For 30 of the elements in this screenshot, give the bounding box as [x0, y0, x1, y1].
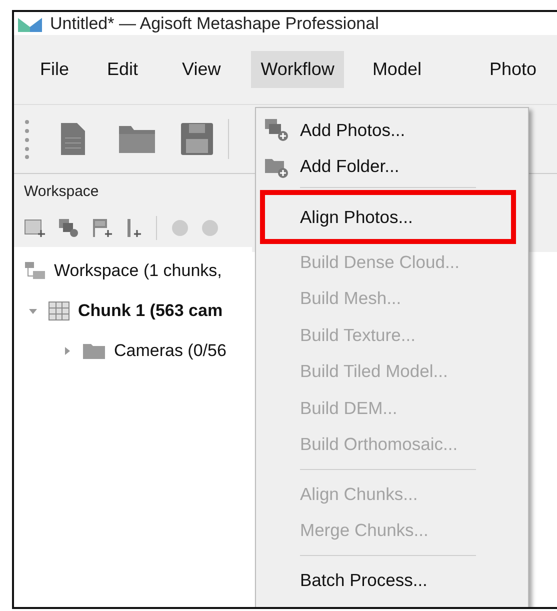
toolbar-grip-icon: [24, 119, 30, 159]
chunk-icon: [48, 301, 70, 321]
add-chunk-icon[interactable]: [24, 218, 46, 238]
menu-item[interactable]: Add Folder...: [256, 148, 528, 185]
window-title: Untitled* — Agisoft Metashape Professional: [50, 14, 379, 34]
expanded-arrow-icon[interactable]: [28, 306, 38, 316]
app-logo-icon: [18, 16, 42, 32]
tree-item-label: Cameras (0/56: [114, 341, 226, 361]
add-marker-icon[interactable]: [92, 218, 114, 238]
collapsed-arrow-icon[interactable]: [62, 346, 72, 356]
folder-icon: [82, 342, 106, 360]
menu-item[interactable]: Model: [362, 51, 432, 88]
open-folder-icon[interactable]: [118, 124, 156, 154]
menu-item[interactable]: Edit: [97, 51, 148, 88]
menu-item[interactable]: Add Photos...: [256, 112, 528, 148]
add-photos-icon[interactable]: [58, 218, 80, 238]
add-photos-icon: [264, 118, 290, 142]
menu-item[interactable]: Batch Process...: [256, 562, 528, 598]
new-document-icon[interactable]: [60, 122, 86, 156]
menu-item[interactable]: File: [30, 51, 80, 88]
menu-item[interactable]: View: [172, 51, 231, 88]
save-icon[interactable]: [180, 122, 214, 156]
tree-item-label: Workspace (1 chunks,: [54, 261, 222, 281]
add-scalebar-icon[interactable]: [126, 218, 142, 238]
menu-item[interactable]: Workflow: [250, 51, 344, 88]
workspace-icon: [24, 261, 46, 281]
panel-title: Workspace: [23, 182, 100, 202]
menu-item[interactable]: Photo: [479, 51, 547, 88]
menu-item[interactable]: Align Photos...: [260, 190, 516, 244]
tree-item-label: Chunk 1 (563 cam: [78, 301, 223, 321]
